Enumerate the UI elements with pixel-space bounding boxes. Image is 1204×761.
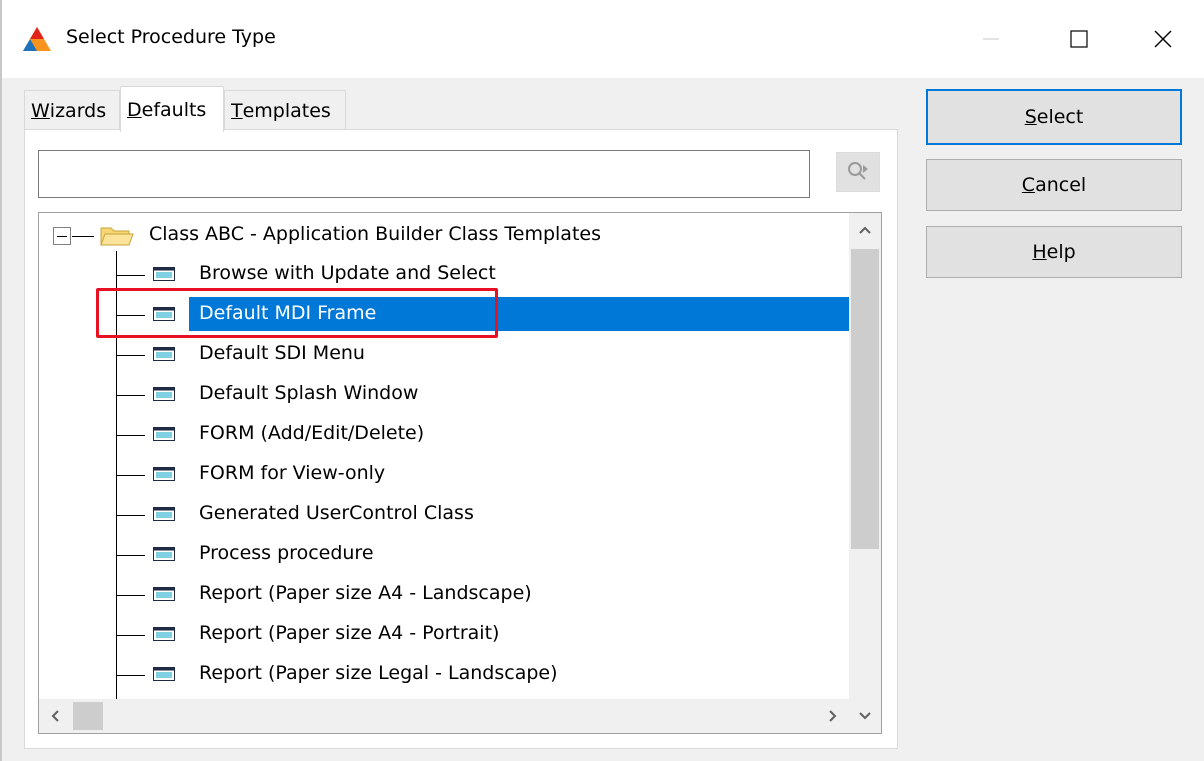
close-button[interactable]	[1142, 20, 1184, 58]
tree-connector	[117, 515, 145, 516]
tree-item[interactable]: Generated UserControl Class	[39, 495, 849, 533]
tree-item-label: FORM for View-only	[199, 462, 386, 484]
dialog-window: Select Procedure Type Wizards Defaults T…	[0, 0, 1204, 761]
procedure-icon	[153, 507, 175, 521]
tree-root-label: Class ABC - Application Builder Class Te…	[149, 223, 601, 245]
procedure-icon	[153, 427, 175, 441]
chevron-right-icon	[829, 710, 837, 722]
tree-item-label: Default Splash Window	[199, 382, 419, 404]
minimize-icon	[983, 38, 999, 40]
search-icon	[848, 162, 868, 180]
tree-item[interactable]: FORM for View-only	[39, 455, 849, 493]
procedure-tree[interactable]: Class ABC - Application Builder Class Te…	[38, 212, 882, 734]
tree-connector	[117, 555, 145, 556]
tree-item[interactable]: Report (Paper size A4 - Portrait)	[39, 615, 849, 653]
cancel-label: ancel	[1035, 174, 1087, 196]
chevron-up-icon	[859, 226, 871, 234]
tree-item[interactable]: FORM (Add/Edit/Delete)	[39, 415, 849, 453]
tree-connector	[117, 435, 145, 436]
tab-defaults[interactable]: Defaults	[120, 86, 224, 132]
tree-connector	[117, 635, 145, 636]
tree-item-label: Default MDI Frame	[199, 302, 377, 324]
tab-wizards[interactable]: Wizards	[24, 90, 120, 130]
scroll-up-button[interactable]	[849, 213, 881, 247]
tab-wizards-label: izards	[49, 99, 107, 122]
collapse-toggle[interactable]	[53, 227, 71, 245]
procedure-icon	[153, 627, 175, 641]
vertical-scroll-thumb[interactable]	[851, 249, 879, 549]
app-logo-icon	[23, 27, 51, 51]
tree-item[interactable]: Browse with Update and Select	[39, 255, 849, 293]
procedure-icon	[153, 307, 175, 321]
procedure-icon	[153, 667, 175, 681]
tree-item-label: FORM (Add/Edit/Delete)	[199, 422, 425, 444]
cancel-mnemonic: C	[1021, 174, 1036, 196]
title-bar: Select Procedure Type	[0, 0, 1204, 78]
help-button[interactable]: Help	[926, 226, 1182, 278]
help-mnemonic: H	[1032, 241, 1047, 263]
procedure-icon	[153, 547, 175, 561]
tree-item[interactable]: Default MDI Frame	[39, 295, 849, 333]
tree-item[interactable]: Report (Paper size Legal - Landscape)	[39, 655, 849, 693]
tab-templates-label: emplates	[242, 99, 331, 122]
tree-item-label: Generated UserControl Class	[199, 502, 474, 524]
tab-defaults-label: efaults	[141, 98, 207, 121]
window-title: Select Procedure Type	[66, 26, 276, 48]
scroll-left-button[interactable]	[39, 699, 71, 733]
close-icon	[1154, 30, 1172, 48]
select-label: elect	[1036, 106, 1084, 128]
tab-defaults-mnemonic: D	[127, 98, 142, 121]
horizontal-scrollbar[interactable]	[39, 699, 881, 733]
tree-connector	[117, 595, 145, 596]
tree-item-label: Default SDI Menu	[199, 342, 365, 364]
tree-root-node[interactable]: Class ABC - Application Builder Class Te…	[39, 217, 849, 253]
tree-item[interactable]: Default Splash Window	[39, 375, 849, 413]
tree-item[interactable]: Process procedure	[39, 535, 849, 573]
chevron-left-icon	[51, 710, 59, 722]
minimize-button[interactable]	[970, 20, 1012, 58]
tree-connector	[117, 475, 145, 476]
tree-item-label: Browse with Update and Select	[199, 262, 496, 284]
horizontal-scroll-thumb[interactable]	[73, 702, 103, 730]
tree-item-label: Report (Paper size A4 - Portrait)	[199, 622, 500, 644]
help-label: elp	[1046, 241, 1076, 263]
tree-connector	[117, 275, 145, 276]
procedure-icon	[153, 387, 175, 401]
select-button[interactable]: Select	[926, 89, 1182, 145]
tree-connector	[117, 315, 145, 316]
search-input[interactable]	[38, 150, 810, 198]
procedure-icon	[153, 587, 175, 601]
tree-connector	[72, 236, 94, 237]
vertical-scrollbar[interactable]	[849, 213, 881, 699]
procedure-icon	[153, 467, 175, 481]
chevron-down-icon	[859, 712, 871, 720]
tree-item-label: Report (Paper size Legal - Landscape)	[199, 662, 558, 684]
procedure-icon	[153, 267, 175, 281]
select-mnemonic: S	[1024, 106, 1037, 128]
maximize-button[interactable]	[1058, 20, 1100, 58]
open-folder-icon	[100, 227, 134, 246]
scroll-down-button[interactable]	[849, 699, 881, 733]
tree-connector	[117, 355, 145, 356]
tree-connector	[117, 395, 145, 396]
procedure-icon	[153, 347, 175, 361]
tree-item-label: Report (Paper size A4 - Landscape)	[199, 582, 532, 604]
tree-item-label: Process procedure	[199, 542, 374, 564]
search-button[interactable]	[836, 152, 880, 192]
maximize-icon	[1070, 30, 1088, 48]
tree-item[interactable]: Default SDI Menu	[39, 335, 849, 373]
cancel-button[interactable]: Cancel	[926, 159, 1182, 211]
tab-templates-mnemonic: T	[231, 99, 243, 122]
window-left-border	[0, 0, 2, 761]
tab-templates[interactable]: Templates	[224, 90, 346, 130]
scroll-right-button[interactable]	[817, 699, 849, 733]
tree-connector	[117, 675, 145, 676]
tab-wizards-mnemonic: W	[31, 99, 50, 122]
tree-item[interactable]: Report (Paper size A4 - Landscape)	[39, 575, 849, 613]
